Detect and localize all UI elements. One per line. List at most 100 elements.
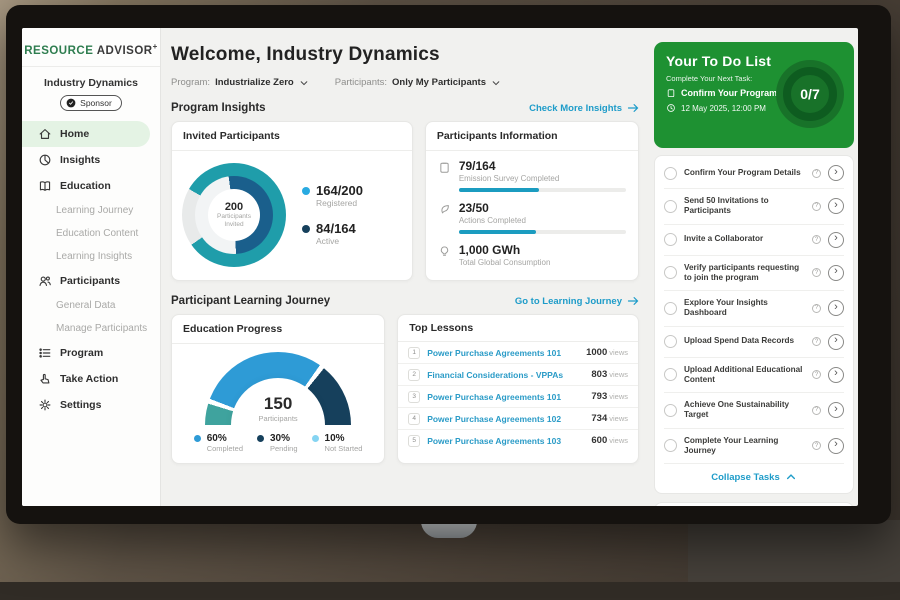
help-icon: ? xyxy=(812,304,821,313)
participants-filter: Participants: Only My Participants xyxy=(335,77,501,88)
task-checkbox[interactable] xyxy=(664,368,677,381)
task-open-button[interactable]: › xyxy=(828,402,844,418)
sidebar-item-program[interactable]: Program xyxy=(22,340,160,366)
sidebar-item-label: Settings xyxy=(60,399,101,411)
legend-label: Active xyxy=(316,236,356,246)
education-progress-gauge-chart: 150 Participants xyxy=(205,352,351,425)
task-label: Upload Spend Data Records xyxy=(684,336,805,346)
lesson-link[interactable]: Power Purchase Agreements 103 xyxy=(427,436,584,446)
lightbulb-icon xyxy=(438,245,451,258)
check-more-insights-link[interactable]: Check More Insights xyxy=(529,102,639,114)
todo-column: Your To Do List Complete Your Next Task:… xyxy=(654,42,854,506)
participants-filter-label: Participants: xyxy=(335,77,387,88)
participants-select-value: Only My Participants xyxy=(392,77,486,88)
legend-item-pending: 30% Pending xyxy=(257,433,298,453)
go-to-learning-journey-link[interactable]: Go to Learning Journey xyxy=(515,295,639,307)
lesson-link[interactable]: Power Purchase Agreements 101 xyxy=(427,348,579,358)
program-select[interactable]: Industrialize Zero xyxy=(215,77,309,88)
legend-dot xyxy=(257,435,264,442)
sponsor-badge-label: Sponsor xyxy=(80,98,112,108)
sidebar-item-learning-insights[interactable]: Learning Insights xyxy=(22,245,160,268)
participants-information-title: Participants Information xyxy=(426,122,638,151)
participants-information-card: Participants Information 79/164 Emission… xyxy=(425,121,639,281)
logo-primary: RESOURCE xyxy=(24,45,93,57)
todo-task-list: Confirm Your Program Details ? › Send 50… xyxy=(654,155,854,494)
lesson-rank: 4 xyxy=(408,413,420,425)
lesson-rank: 3 xyxy=(408,391,420,403)
sidebar-item-learning-journey[interactable]: Learning Journey xyxy=(22,199,160,222)
learning-journey-heading: Participant Learning Journey xyxy=(171,295,330,307)
lesson-row: 4 Power Purchase Agreements 102 734views xyxy=(398,408,638,430)
lesson-views: 803 xyxy=(591,369,607,380)
org-name: Industry Dynamics xyxy=(22,77,160,89)
sidebar-item-take-action[interactable]: Take Action xyxy=(22,366,160,392)
task-row: Explore Your Insights Dashboard ? › xyxy=(664,291,844,327)
task-checkbox[interactable] xyxy=(664,439,677,452)
task-open-button[interactable]: › xyxy=(828,165,844,181)
task-checkbox[interactable] xyxy=(664,335,677,348)
legend-label: Not Started xyxy=(325,444,363,453)
collapse-tasks-link[interactable]: Collapse Tasks xyxy=(711,471,796,483)
sidebar-item-label: Program xyxy=(60,347,103,359)
sidebar: RESOURCE ADVISOR+ Industry Dynamics Spon… xyxy=(22,28,161,506)
task-row: Upload Spend Data Records ? › xyxy=(664,327,844,358)
task-checkbox[interactable] xyxy=(664,404,677,417)
invited-participants-card: Invited Participants 200 Participants In… xyxy=(171,121,413,281)
sidebar-item-insights[interactable]: Insights xyxy=(22,147,160,173)
lesson-link[interactable]: Financial Considerations - VPPAs xyxy=(427,370,584,380)
sidebar-item-education-content[interactable]: Education Content xyxy=(22,222,160,245)
legend-dot xyxy=(194,435,201,442)
sidebar-item-settings[interactable]: Settings xyxy=(22,392,160,418)
info-value: 1,000 GWh xyxy=(459,243,626,257)
participants-select[interactable]: Only My Participants xyxy=(392,77,501,88)
lesson-row: 5 Power Purchase Agreements 103 600views xyxy=(398,430,638,451)
task-open-button[interactable]: › xyxy=(828,334,844,350)
task-open-button[interactable]: › xyxy=(828,232,844,248)
todo-progress-ring: 0/7 xyxy=(776,60,844,128)
legend-value: 30% xyxy=(270,433,298,444)
sidebar-item-label: Learning Journey xyxy=(56,205,133,216)
sidebar-item-home[interactable]: Home xyxy=(22,121,150,147)
legend-item-active: 84/164 Active xyxy=(302,222,363,246)
sidebar-item-general-data[interactable]: General Data xyxy=(22,294,160,317)
todo-progress-value: 0/7 xyxy=(800,86,819,102)
sidebar-item-education[interactable]: Education xyxy=(22,173,160,199)
lesson-row: 1 Power Purchase Agreements 101 1000view… xyxy=(398,342,638,364)
lesson-rank: 1 xyxy=(408,347,420,359)
recent-news-title: Recent News xyxy=(655,503,853,506)
lesson-link[interactable]: Power Purchase Agreements 102 xyxy=(427,414,584,424)
insights-icon xyxy=(38,153,52,167)
help-icon: ? xyxy=(812,268,821,277)
lesson-views: 600 xyxy=(591,435,607,446)
task-row: Confirm Your Program Details ? › xyxy=(664,158,844,189)
sidebar-item-manage-participants[interactable]: Manage Participants xyxy=(22,317,160,340)
task-open-button[interactable]: › xyxy=(828,198,844,214)
task-open-button[interactable]: › xyxy=(828,265,844,281)
lesson-views-suffix: views xyxy=(609,414,628,423)
info-label: Emission Survey Completed xyxy=(459,174,626,183)
top-lessons-title: Top Lessons xyxy=(398,315,638,342)
lesson-link[interactable]: Power Purchase Agreements 101 xyxy=(427,392,584,402)
help-icon: ? xyxy=(812,370,821,379)
sidebar-item-label: Manage Participants xyxy=(56,323,147,334)
task-label: Upload Additional Educational Content xyxy=(684,365,805,386)
donut-center-label: Participants Invited xyxy=(212,213,256,230)
task-open-button[interactable]: › xyxy=(828,300,844,316)
task-open-button[interactable]: › xyxy=(828,367,844,383)
task-checkbox[interactable] xyxy=(664,167,677,180)
task-row: Verify participants requesting to join t… xyxy=(664,256,844,292)
help-icon: ? xyxy=(812,406,821,415)
task-checkbox[interactable] xyxy=(664,266,677,279)
sidebar-item-label: Insights xyxy=(60,154,100,166)
lesson-row: 3 Power Purchase Agreements 101 793views xyxy=(398,386,638,408)
task-checkbox[interactable] xyxy=(664,200,677,213)
background-desk xyxy=(0,582,900,600)
sidebar-item-participants[interactable]: Participants xyxy=(22,268,160,294)
lesson-views: 793 xyxy=(591,391,607,402)
task-open-button[interactable]: › xyxy=(828,438,844,454)
task-checkbox[interactable] xyxy=(664,302,677,315)
task-checkbox[interactable] xyxy=(664,233,677,246)
task-label: Complete Your Learning Journey xyxy=(684,436,805,457)
education-progress-title: Education Progress xyxy=(172,315,384,344)
progress-fill xyxy=(459,188,539,192)
